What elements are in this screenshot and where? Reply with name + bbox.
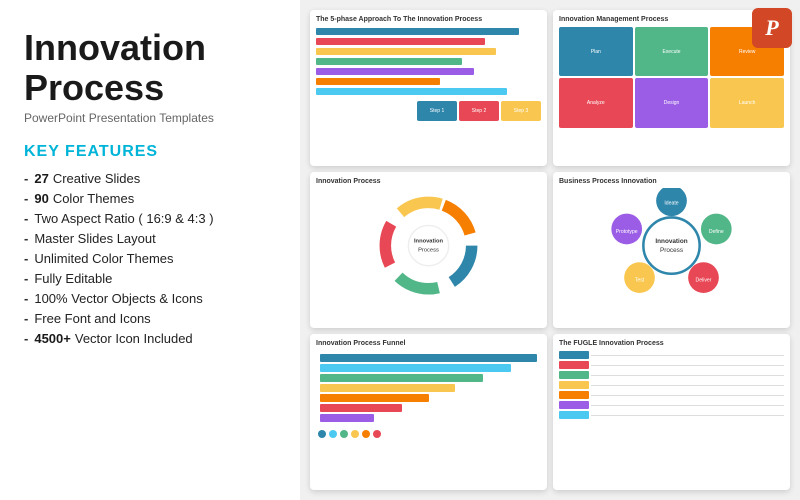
feature-item-f7: 100% Vector Objects & Icons — [24, 291, 276, 306]
slide-thumb-4[interactable]: Business Process Innovation Innovation P… — [553, 172, 790, 328]
svg-text:Test: Test — [635, 277, 645, 283]
right-panel: P The 5-phase Approach To The Innovation… — [300, 0, 800, 500]
svg-text:Deliver: Deliver — [696, 277, 712, 283]
feature-item-f5: Unlimited Color Themes — [24, 251, 276, 266]
feature-item-f1: 27 Creative Slides — [24, 171, 276, 186]
slide-thumb-5[interactable]: Innovation Process Funnel — [310, 334, 547, 490]
slide-1-title: The 5-phase Approach To The Innovation P… — [316, 16, 541, 23]
slide-3-title: Innovation Process — [316, 178, 541, 185]
feature-item-f2: 90 Color Themes — [24, 191, 276, 206]
svg-text:Define: Define — [709, 229, 724, 235]
slide-2-title: Innovation Management Process — [559, 16, 784, 23]
svg-text:Prototype: Prototype — [616, 229, 638, 235]
features-list: 27 Creative Slides 90 Color Themes Two Asp… — [24, 171, 276, 346]
main-title: Innovation Process — [24, 28, 276, 107]
slide-5-funnel — [316, 350, 541, 426]
slide-6-title: The FUGLE Innovation Process — [559, 340, 784, 347]
ppt-icon-label: P — [765, 15, 778, 41]
feature-item-f8: Free Font and Icons — [24, 311, 276, 326]
slide-thumb-6[interactable]: The FUGLE Innovation Process — [553, 334, 790, 490]
feature-item-f6: Fully Editable — [24, 271, 276, 286]
svg-text:Process: Process — [660, 247, 683, 254]
slide-5-title: Innovation Process Funnel — [316, 340, 541, 347]
slide-thumb-1[interactable]: The 5-phase Approach To The Innovation P… — [310, 10, 547, 166]
feature-item-f9: 4500+ Vector Icon Included — [24, 331, 276, 346]
svg-text:Ideate: Ideate — [664, 201, 678, 207]
key-features-label: KEY FEATURES — [24, 143, 276, 161]
feature-bold-f9: 4500+ — [34, 331, 71, 346]
feature-item-f4: Master Slides Layout — [24, 231, 276, 246]
svg-text:Process: Process — [418, 247, 439, 253]
feature-bold-f1: 27 — [34, 171, 48, 186]
slide-4-title: Business Process Innovation — [559, 178, 784, 185]
feature-item-f3: Two Aspect Ratio ( 16:9 & 4:3 ) — [24, 211, 276, 226]
svg-text:Innovation: Innovation — [414, 239, 444, 245]
slide-1-bars — [316, 27, 541, 95]
subtitle: PowerPoint Presentation Templates — [24, 111, 276, 125]
ppt-icon: P — [752, 8, 792, 48]
feature-bold-f2: 90 — [34, 191, 48, 206]
slide-3-circle: Innovation Process — [316, 188, 541, 303]
svg-text:Innovation: Innovation — [655, 238, 687, 245]
left-panel: Innovation Process PowerPoint Presentati… — [0, 0, 300, 500]
slide-thumb-3[interactable]: Innovation Process Innovation Process — [310, 172, 547, 328]
